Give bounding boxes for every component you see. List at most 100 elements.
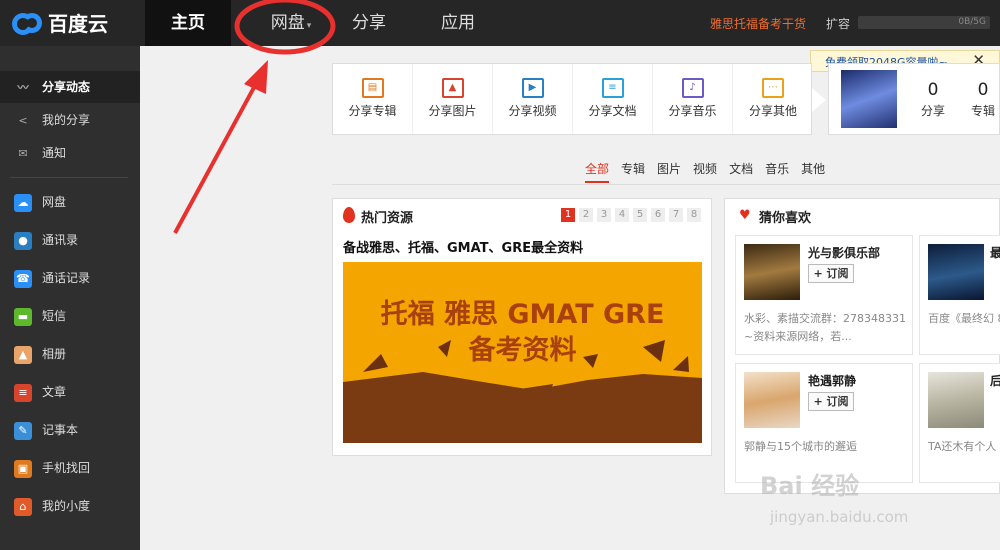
sidebar-item-label: 短信 xyxy=(42,309,67,323)
nav-home-label: 主页 xyxy=(171,13,205,33)
sidebar-item-phone-find[interactable]: ▣ 手机找回 xyxy=(0,452,140,484)
recommendation-desc: 郭静与15个城市的邂逅 xyxy=(744,440,857,453)
page-2[interactable]: 2 xyxy=(579,208,593,222)
page-8[interactable]: 8 xyxy=(687,208,701,222)
hot-pager: 1 2 3 4 5 6 7 8 xyxy=(557,208,701,222)
nav-apps-label: 应用 xyxy=(441,13,475,33)
filter-divider xyxy=(332,184,1000,185)
top-bar: 百度云 主页 网盘 ▾ 分享 应用 雅思托福备考干货 扩容 0B/5G xyxy=(0,0,1000,46)
recommendation-thumbnail[interactable] xyxy=(744,372,800,428)
sms-icon: ▬ xyxy=(14,308,32,326)
page-7[interactable]: 7 xyxy=(669,208,683,222)
sidebar-item-label: 通讯录 xyxy=(42,233,79,247)
sidebar-item-label: 通知 xyxy=(42,146,67,160)
share-album-button[interactable]: ▤ 分享专辑 xyxy=(333,64,413,134)
cloud-logo-icon xyxy=(10,9,44,37)
page-4[interactable]: 4 xyxy=(615,208,629,222)
tab-music[interactable]: 音乐 xyxy=(765,160,789,183)
heart-icon: ♥ xyxy=(739,208,751,223)
sidebar-item-label: 通话记录 xyxy=(42,271,91,285)
sidebar-item-label: 我的小度 xyxy=(42,499,91,513)
share-tile-label: 分享专辑 xyxy=(348,104,397,118)
feed-filter-tabs: 全部 专辑 图片 视频 文档 音乐 其他 xyxy=(585,160,837,183)
share-tile-label: 分享文档 xyxy=(588,104,637,118)
recommendation-thumbnail[interactable] xyxy=(744,244,800,300)
album-count-value: 0 xyxy=(977,80,989,100)
album-count-label: 专辑 xyxy=(970,104,995,118)
recommendation-name[interactable]: 艳遇郭静 xyxy=(808,372,856,389)
sidebar-item-notepad[interactable]: ✎ 记事本 xyxy=(0,414,140,446)
share-count-value: 0 xyxy=(927,80,939,100)
activity-icon: 〰 xyxy=(17,81,29,94)
tab-pictures[interactable]: 图片 xyxy=(657,160,681,183)
recommendation-desc: 百度《最终幻 8月25日开始 xyxy=(928,312,1000,325)
hot-resource-link[interactable]: 备战雅思、托福、GMAT、GRE最全资料 xyxy=(343,237,583,256)
tab-albums[interactable]: 专辑 xyxy=(621,160,645,183)
page-3[interactable]: 3 xyxy=(597,208,611,222)
share-tile-label: 分享音乐 xyxy=(668,104,717,118)
sidebar-item-my-xiaodu[interactable]: ⌂ 我的小度 xyxy=(0,490,140,522)
album-count[interactable]: 0 专辑 xyxy=(963,80,1000,119)
recommendation-thumbnail[interactable] xyxy=(928,372,984,428)
share-tile-label: 分享图片 xyxy=(428,104,477,118)
tab-other[interactable]: 其他 xyxy=(801,160,825,183)
pointer-arrow-head xyxy=(244,60,268,94)
sidebar-item-share-activity[interactable]: 〰分享动态 xyxy=(0,71,140,103)
page-6[interactable]: 6 xyxy=(651,208,665,222)
sidebar-divider xyxy=(10,177,128,178)
recommendation-thumbnail[interactable] xyxy=(928,244,984,300)
list-item[interactable]: 最 百度《最终幻 8月25日开始 xyxy=(919,235,1000,355)
banner-line-2: 备考资料 xyxy=(468,335,577,366)
nav-share[interactable]: 分享 xyxy=(336,0,402,46)
share-icon: < xyxy=(18,114,28,127)
contacts-icon: ● xyxy=(14,232,32,250)
storage-quota-bar: 0B/5G xyxy=(858,16,990,29)
list-item[interactable]: 后 TA还木有个人 xyxy=(919,363,1000,483)
share-video-button[interactable]: ▶ 分享视频 xyxy=(493,64,573,134)
sidebar-item-netdisk[interactable]: ☁ 网盘 xyxy=(0,186,140,218)
tab-videos[interactable]: 视频 xyxy=(693,160,717,183)
expand-storage-link[interactable]: 扩容 xyxy=(826,15,850,32)
recommendation-desc: TA还木有个人 xyxy=(928,440,997,453)
baidu-cloud-logo[interactable]: 百度云 xyxy=(10,8,108,37)
share-document-button[interactable]: ≡ 分享文档 xyxy=(573,64,653,134)
share-other-button[interactable]: ⋯ 分享其他 xyxy=(733,64,813,134)
list-item[interactable]: 艳遇郭静 + 订阅 郭静与15个城市的邂逅 xyxy=(735,363,913,483)
hot-resource-banner[interactable]: 托福 雅思 GMAT GRE 备考资料 xyxy=(343,262,702,443)
sidebar-item-notifications[interactable]: ✉ 通知 xyxy=(0,137,140,169)
sidebar-item-label: 文章 xyxy=(42,385,67,399)
baidu-jingyan-watermark: Bai 经验 xyxy=(760,472,860,500)
list-item[interactable]: 光与影俱乐部 + 订阅 水彩、素描交流群：278348331 ~资料来源网络，若… xyxy=(735,235,913,355)
share-panel-arrow xyxy=(812,88,826,112)
tab-all[interactable]: 全部 xyxy=(585,160,610,183)
sidebar-item-my-shares[interactable]: < 我的分享 xyxy=(0,104,140,136)
page-5[interactable]: 5 xyxy=(633,208,647,222)
share-count[interactable]: 0 分享 xyxy=(913,80,953,119)
sidebar-item-contacts[interactable]: ● 通讯录 xyxy=(0,224,140,256)
sidebar-item-sms[interactable]: ▬ 短信 xyxy=(0,300,140,332)
notepad-icon: ✎ xyxy=(14,422,32,440)
album-icon: ▤ xyxy=(361,78,384,98)
share-picture-button[interactable]: ▲ 分享图片 xyxy=(413,64,493,134)
hot-resources-card: 热门资源 1 2 3 4 5 6 7 8 备战雅思、托福、GMAT、GRE最全资… xyxy=(332,198,712,456)
promo-link[interactable]: 雅思托福备考干货 xyxy=(710,15,806,32)
recommendation-name[interactable]: 光与影俱乐部 xyxy=(808,244,880,261)
guess-you-like-title: 猜你喜欢 xyxy=(759,211,812,226)
subscribe-button[interactable]: + 订阅 xyxy=(808,264,854,283)
nav-home[interactable]: 主页 xyxy=(145,0,231,46)
subscribe-button[interactable]: + 订阅 xyxy=(808,392,854,411)
sidebar-item-call-log[interactable]: ☎ 通话记录 xyxy=(0,262,140,294)
avatar[interactable] xyxy=(841,70,897,128)
sidebar-item-articles[interactable]: ≡ 文章 xyxy=(0,376,140,408)
watermark-url: jingyan.baidu.com xyxy=(770,508,909,526)
page-1[interactable]: 1 xyxy=(561,208,575,222)
nav-apps[interactable]: 应用 xyxy=(425,0,491,46)
banner-line-1: 托福 雅思 GMAT GRE xyxy=(380,299,665,330)
recommendation-name[interactable]: 后 xyxy=(990,372,1000,389)
tab-documents[interactable]: 文档 xyxy=(729,160,753,183)
share-music-button[interactable]: ♪ 分享音乐 xyxy=(653,64,733,134)
sidebar-item-photos[interactable]: ▲ 相册 xyxy=(0,338,140,370)
mail-icon: ✉ xyxy=(18,147,28,160)
recommendation-name[interactable]: 最 xyxy=(990,244,1000,261)
nav-netdisk[interactable]: 网盘 ▾ xyxy=(248,0,334,46)
